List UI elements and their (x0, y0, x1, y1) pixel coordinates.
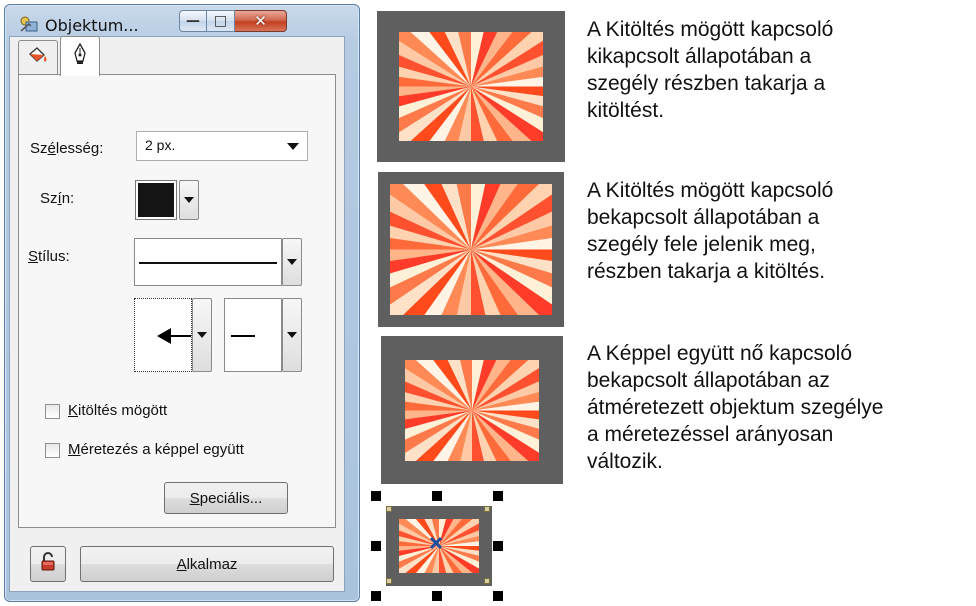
inner-handle[interactable] (484, 578, 490, 584)
solid-line-preview (139, 262, 277, 264)
resize-handle[interactable] (371, 541, 381, 551)
lock-button[interactable] (30, 546, 66, 582)
example-fill-behind-off (377, 11, 565, 162)
color-swatch (138, 183, 174, 217)
gradient-burst (399, 32, 543, 141)
inner-handle[interactable] (386, 506, 392, 512)
width-select[interactable]: 2 px. (136, 131, 308, 161)
chevron-down-icon (287, 332, 297, 338)
chevron-down-icon (287, 143, 299, 150)
resize-handle[interactable] (371, 491, 381, 501)
start-marker-dropdown-button[interactable] (192, 298, 212, 372)
description-3: A Képpel együtt nő kapcsoló bekapcsolt á… (587, 342, 884, 473)
window-title: Objektum... (45, 16, 139, 35)
resize-handle[interactable] (371, 591, 381, 601)
width-label: Szélesség: (30, 140, 104, 157)
gradient-burst (405, 360, 539, 461)
inner-handle[interactable] (386, 578, 392, 584)
tab-line[interactable] (60, 36, 100, 76)
example-fill-behind-on (378, 172, 564, 327)
chevron-down-icon (197, 332, 207, 338)
fill-behind-label[interactable]: Kitöltés mögött (68, 402, 167, 419)
resize-handle[interactable] (493, 591, 503, 601)
line-style-select[interactable] (134, 238, 282, 286)
end-marker-dropdown-button[interactable] (282, 298, 302, 372)
line-end-preview (231, 335, 255, 337)
line-style-dropdown-button[interactable] (282, 238, 302, 286)
color-swatch-button[interactable] (135, 180, 177, 220)
resize-handle[interactable] (432, 491, 442, 501)
app-icon (19, 15, 39, 33)
fill-behind-checkbox[interactable] (45, 404, 60, 419)
move-cross-icon (429, 536, 443, 555)
caption-buttons: — □ ✕ (179, 10, 287, 32)
inner-handle[interactable] (484, 506, 490, 512)
arrow-left-icon (157, 327, 191, 350)
apply-button[interactable]: Alkalmaz (80, 546, 334, 582)
resize-handle[interactable] (493, 541, 503, 551)
resize-handle[interactable] (493, 491, 503, 501)
paint-bucket-icon (27, 45, 49, 70)
maximize-button[interactable]: □ (207, 10, 235, 32)
description-2: A Kitöltés mögött kapcsoló bekapcsolt ál… (587, 179, 834, 283)
gradient-burst (390, 184, 552, 315)
close-icon: ✕ (254, 12, 267, 30)
special-button[interactable]: Speciális... (164, 482, 288, 514)
start-marker-select[interactable] (134, 298, 192, 372)
style-label: Stílus: (28, 248, 70, 265)
chevron-down-icon (184, 197, 194, 203)
minimize-button[interactable]: — (179, 10, 207, 32)
resize-handle[interactable] (432, 591, 442, 601)
tab-fill[interactable] (18, 40, 58, 74)
description-1: A Kitöltés mögött kapcsoló kikapcsolt ál… (587, 18, 834, 122)
color-dropdown-button[interactable] (179, 180, 199, 220)
scale-with-image-label[interactable]: Méretezés a képpel együtt (68, 441, 244, 458)
example-scale-with-image (381, 336, 563, 484)
width-value: 2 px. (145, 137, 176, 153)
chevron-down-icon (287, 259, 297, 265)
lock-icon (40, 552, 56, 576)
minimize-icon: — (186, 13, 200, 29)
end-marker-select[interactable] (224, 298, 282, 372)
pen-nib-icon (72, 42, 88, 70)
scale-with-image-checkbox[interactable] (45, 443, 60, 458)
color-label: Szín: (40, 190, 75, 207)
close-button[interactable]: ✕ (235, 10, 287, 32)
maximize-icon: □ (213, 13, 228, 29)
